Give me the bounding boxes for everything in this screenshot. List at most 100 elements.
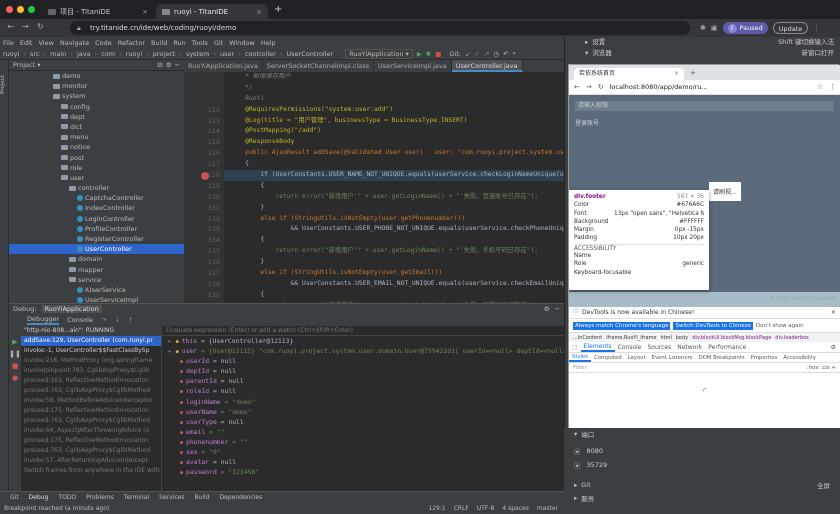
variable-row[interactable]: ● loginName = "demo" [162,397,564,407]
tool-tab-todo[interactable]: TODO [58,494,76,501]
view-breakpoints-icon[interactable]: ● [9,374,21,382]
editor-tab[interactable]: ServerSocketChannelImpl.class [263,60,375,72]
tree-item[interactable]: UserServiceImpl [9,295,184,303]
menu-window[interactable]: Window [229,39,255,47]
code-area[interactable]: * 新增保存用户 */ RuoYi @RequiresPermissions("… [224,72,564,303]
breadcrumb-item[interactable]: system [186,50,210,58]
stack-frame[interactable]: invokeJoinpoint:783, CglibAopProxy$Cglib [21,366,161,376]
menu-help[interactable]: Help [261,39,276,47]
tab-network[interactable]: Network [674,344,705,351]
match-language-button[interactable]: Always match Chrome's language [573,321,671,330]
stack-frame[interactable]: proceed:175, ReflectiveMethodInvocation [21,436,161,446]
fullscreen-button[interactable]: 全屏 [817,480,840,490]
editor-tab[interactable]: RuoYiApplication.java [184,60,263,72]
menu-git[interactable]: Git [214,39,223,47]
line-separator[interactable]: CRLF [454,505,469,512]
evaluate-expression-input[interactable]: Evaluate expression (Enter) or add a wat… [162,326,564,336]
tree-item[interactable]: controller [9,183,184,193]
tab-console[interactable]: Console [615,344,645,351]
expand-icon[interactable]: ▸ [168,337,176,345]
menu-run[interactable]: Run [173,39,185,47]
more-icon[interactable]: ⋮ [829,83,840,91]
tree-item[interactable]: dept [9,112,184,122]
variable-row[interactable]: ● avatar = null [162,457,564,467]
tool-tab-services[interactable]: Services [159,494,184,501]
services-section-header[interactable]: ▸ 服务 [564,492,840,504]
new-tab-icon[interactable]: + [690,69,696,77]
tree-item[interactable]: monitor [9,81,184,91]
tool-tab-git[interactable]: Git [10,494,19,501]
variable-row[interactable]: ● password = "123456" [162,467,564,477]
tool-tab-terminal[interactable]: Terminal [124,494,149,501]
dont-show-button[interactable]: Don't show again [756,323,804,329]
tree-item[interactable]: domain [9,254,184,264]
sidebar-icon[interactable]: ▣ [711,24,718,32]
project-view-select[interactable]: Project ▾ [13,61,41,69]
pause-icon[interactable]: ❚❚ [9,350,21,358]
variable-row[interactable]: ● userName = "demo" [162,407,564,417]
gear-icon[interactable]: ⚙ [166,61,172,69]
tree-item[interactable]: IndexController [9,203,184,213]
stack-frame[interactable]: invoke:58, MethodBeforeAdviceInterceptor [21,396,161,406]
more-icon[interactable]: ⋮ [813,24,820,32]
tree-item[interactable]: dict [9,122,184,132]
browser-tab-project[interactable]: 项目 - TitanIDE × [42,4,154,19]
close-icon[interactable]: × [831,307,840,318]
resume-icon[interactable]: ▶ [9,338,21,346]
stack-frame[interactable]: proceed:763, CglibAopProxy$CglibMethod [21,416,161,426]
breadcrumb-item[interactable]: ruoyi [3,50,19,58]
new-tab-icon[interactable]: + [274,4,282,15]
menu-tools[interactable]: Tools [192,39,208,47]
tree-item[interactable]: user [9,173,184,183]
variable-row[interactable]: ● deptId = null [162,366,564,376]
variable-row[interactable]: ● userId = null [162,356,564,366]
variable-row[interactable]: ▸ ● this = {UserController@12113} [162,336,564,346]
inspect-icon[interactable]: ⬚ [569,344,581,351]
step-into-icon[interactable]: ↓ [114,316,119,324]
tree-item[interactable]: role [9,163,184,173]
stop-icon[interactable]: ■ [435,50,441,58]
step-over-icon[interactable]: ↷ [101,316,106,324]
close-tab-icon[interactable]: × [142,8,148,16]
collapse-all-icon[interactable]: ⊟ [157,61,162,69]
stack-frame[interactable]: invoke:218, MethodProxy (org.springframe [21,356,161,366]
thread-select[interactable]: "http-nio-808...ain": RUNNING [21,326,161,336]
breadcrumb-item[interactable]: project [153,50,176,58]
step-out-icon[interactable]: ↑ [128,316,133,324]
run-config-select[interactable]: RuoYiApplication ▾ [345,48,413,59]
tree-item[interactable]: mapper [9,265,184,275]
stack-frame[interactable]: Switch frames from anywhere in the IDE w… [21,466,161,476]
stack-frame[interactable]: addSave:129, UserController (com.ruoyi.p… [21,336,161,346]
breadcrumb-item[interactable]: UserController [286,50,333,58]
tree-item[interactable]: CaptchaController [9,193,184,203]
forward-icon[interactable]: → [19,22,32,31]
menu-code[interactable]: Code [95,39,112,47]
variable-row[interactable]: ● email = "" [162,427,564,437]
profile-paused-button[interactable]: J Paused [722,22,768,34]
stack-frame[interactable]: invoke:-1, UserController$$FastClassBySp [21,346,161,356]
tree-item[interactable]: UserController [9,244,184,255]
tree-item[interactable]: system [9,91,184,101]
stack-frame[interactable]: invoke:57, AfterReturningAdviceIntercept [21,456,161,466]
stop-icon[interactable]: ■ [9,362,21,370]
tab-performance[interactable]: Performance [705,344,749,351]
browser-header[interactable]: ▾ 浏览器 新窗口打开 [565,48,840,59]
page-action-button[interactable]: 请刷视... [709,182,741,201]
stack-frame[interactable]: proceed:763, CglibAopProxy$CglibMethod [21,446,161,456]
history-icon[interactable]: ◷ [493,50,499,58]
breadcrumb-item[interactable]: src [30,50,40,58]
git-update-icon[interactable]: ↙ [465,50,470,58]
tree-item[interactable]: IUserService [9,285,184,295]
menu-refactor[interactable]: Refactor [118,39,145,47]
run-icon[interactable]: ▶ [417,50,422,58]
menu-edit[interactable]: Edit [20,39,33,47]
port-item[interactable]: ⦿ 35729 [564,458,840,472]
hide-panel-icon[interactable]: − [175,61,184,69]
stack-frame[interactable]: proceed:763, CglibAopProxy$CglibMethod [21,386,161,396]
file-encoding[interactable]: UTF-8 [477,505,495,512]
variable-row[interactable]: ▸ ● user = {User@12115} "com.ruoyi.proje… [162,346,564,356]
git-commit-icon[interactable]: ✓ [474,50,479,58]
search-icon[interactable]: ⌕ [512,49,516,58]
breadcrumb-item[interactable]: user [220,50,234,58]
tool-tab-build[interactable]: Build [194,494,209,501]
